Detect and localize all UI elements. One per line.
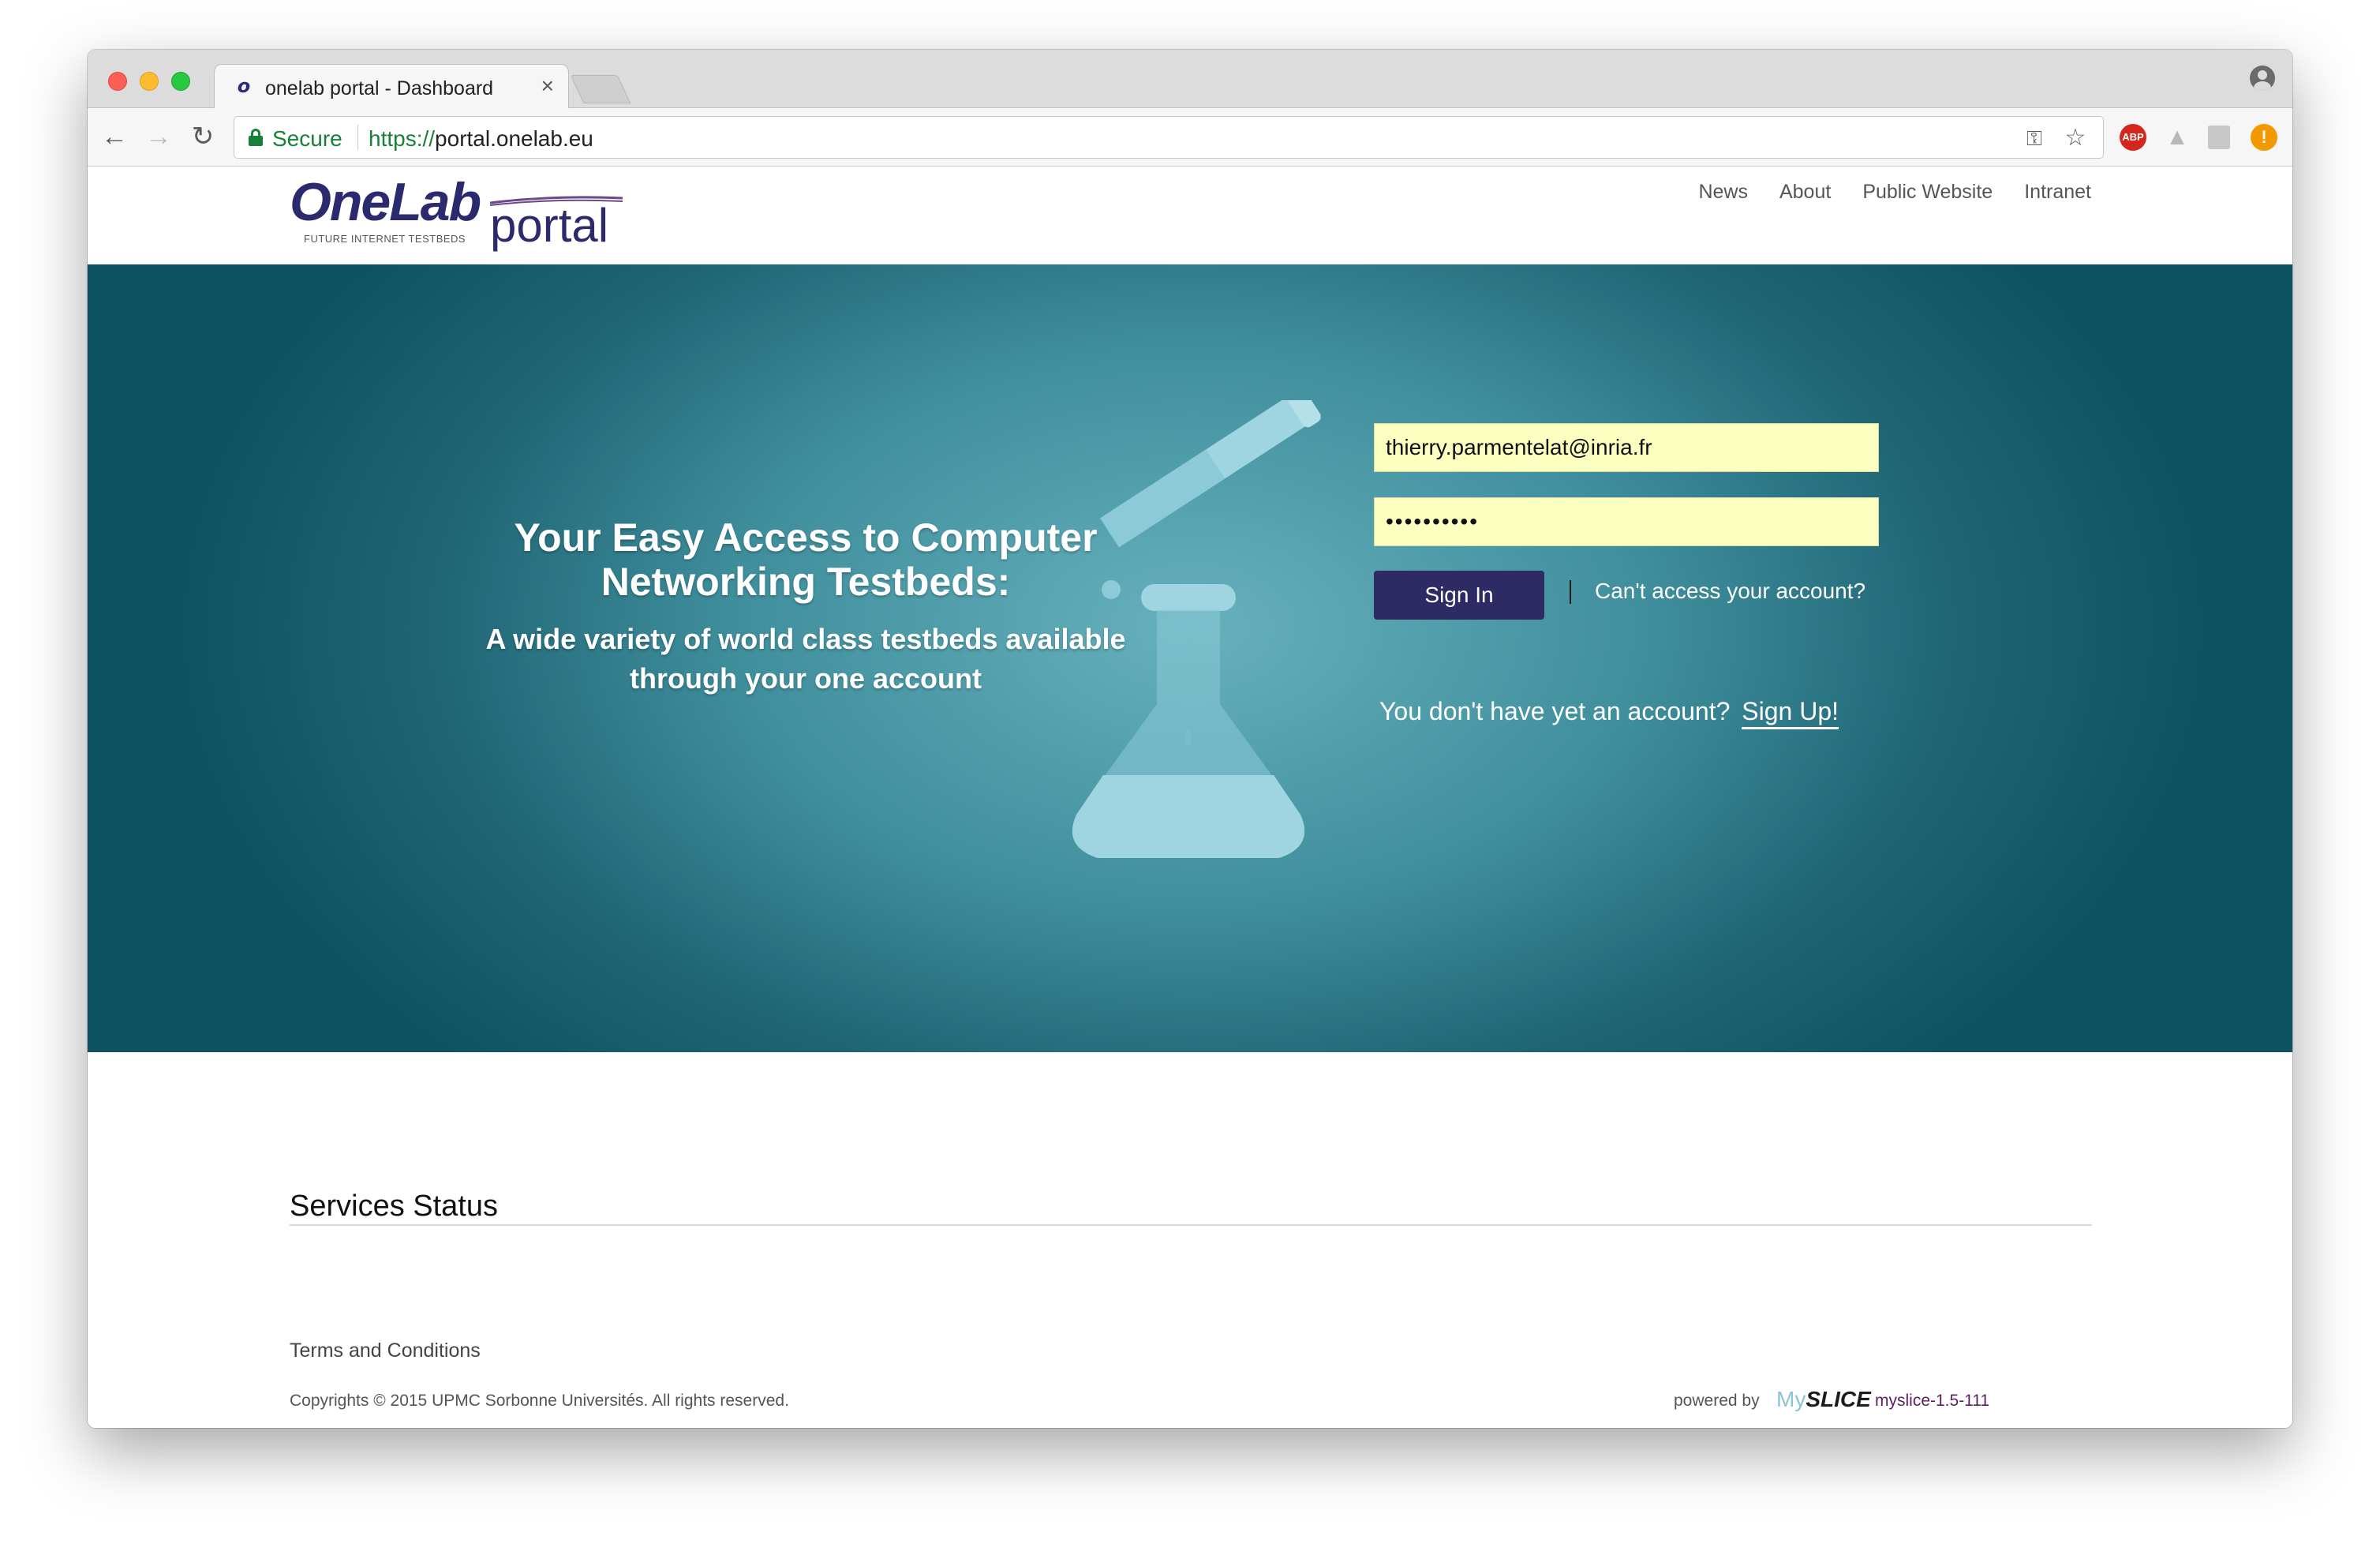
close-window-button[interactable] <box>108 72 127 91</box>
nav-intranet[interactable]: Intranet <box>2024 181 2091 204</box>
secure-label: Secure <box>272 126 342 151</box>
email-field[interactable] <box>1374 423 1879 472</box>
terms-and-conditions-link[interactable]: Terms and Conditions <box>290 1340 481 1362</box>
separator-pipe <box>1570 580 1571 604</box>
lock-icon <box>249 129 263 146</box>
browser-tab-active[interactable]: o onelab portal - Dashboard × <box>214 64 569 109</box>
tab-title: onelab portal - Dashboard <box>265 77 494 99</box>
drive-extension-icon[interactable]: ▲ <box>2164 124 2191 151</box>
url-separator <box>357 125 358 150</box>
services-divider <box>290 1224 2092 1226</box>
hero-subheading: A wide variety of world class testbeds a… <box>485 623 1126 695</box>
hero-heading: Your Easy Access to Computer Networking … <box>514 515 1098 604</box>
address-bar[interactable]: Secure https://portal.onelab.eu ⚿ ☆ <box>234 116 2104 159</box>
profile-icon[interactable] <box>2250 66 2275 91</box>
maximize-window-button[interactable] <box>171 72 190 91</box>
minimize-window-button[interactable] <box>140 72 159 91</box>
url-host: portal.onelab.eu <box>435 126 593 151</box>
hero-section: Your Easy Access to Computer Networking … <box>88 264 2292 1052</box>
onelab-favicon-icon: o <box>237 75 251 97</box>
browser-window: o onelab portal - Dashboard × ← → ↻ Secu… <box>88 50 2292 1428</box>
key-icon[interactable]: ⚿ <box>2023 125 2046 152</box>
logo-tagline: FUTURE INTERNET TESTBEDS <box>304 233 466 245</box>
myslice-logo[interactable]: MySLICE <box>1776 1387 1871 1412</box>
nav-public-website[interactable]: Public Website <box>1862 181 1993 204</box>
sign-up-link[interactable]: Sign Up! <box>1742 697 1839 729</box>
reload-icon[interactable]: ↻ <box>187 121 219 152</box>
web-page: OneLab FUTURE INTERNET TESTBEDS portal N… <box>88 167 2292 1428</box>
tab-close-icon[interactable]: × <box>541 74 554 98</box>
services-status-heading: Services Status <box>290 1190 498 1223</box>
signup-prompt: You don't have yet an account? <box>1379 697 1731 725</box>
copyright-text: Copyrights © 2015 UPMC Sorbonne Universi… <box>290 1392 789 1410</box>
star-icon[interactable]: ☆ <box>2062 125 2089 152</box>
forward-arrow-icon[interactable]: → <box>143 121 174 152</box>
adblock-extension-icon[interactable]: ABP <box>2120 124 2146 151</box>
onelab-portal-logo[interactable]: OneLab FUTURE INTERNET TESTBEDS portal <box>290 171 623 253</box>
password-field[interactable] <box>1374 497 1879 546</box>
browser-toolbar: ← → ↻ Secure https://portal.onelab.eu ⚿ … <box>88 108 2292 167</box>
cant-access-account-link[interactable]: Can't access your account? <box>1595 579 1865 604</box>
myslice-slice: SLICE <box>1806 1387 1871 1411</box>
back-arrow-icon[interactable]: ← <box>99 121 130 152</box>
myslice-my: My <box>1776 1387 1806 1411</box>
logo-portal-text: portal <box>490 199 609 252</box>
logo-onelab-text: OneLab <box>290 172 481 232</box>
sign-in-button[interactable]: Sign In <box>1374 571 1544 620</box>
top-nav: News About Public Website Intranet <box>1698 181 2091 204</box>
powered-by-text: powered by <box>1674 1392 1760 1410</box>
nav-news[interactable]: News <box>1698 181 1748 204</box>
alert-extension-icon[interactable]: ! <box>2251 124 2277 151</box>
url-scheme: https:// <box>369 126 436 151</box>
new-tab-button[interactable] <box>570 75 631 103</box>
version-label[interactable]: myslice-1.5-111 <box>1875 1392 1989 1411</box>
nav-about[interactable]: About <box>1779 181 1831 204</box>
save-extension-icon[interactable] <box>2208 126 2230 149</box>
url-text[interactable]: https://portal.onelab.eu <box>369 126 593 152</box>
site-header: OneLab FUTURE INTERNET TESTBEDS portal N… <box>88 167 2292 264</box>
tab-strip: o onelab portal - Dashboard × <box>88 50 2292 109</box>
signup-line: You don't have yet an account? Sign Up! <box>1379 697 1839 729</box>
